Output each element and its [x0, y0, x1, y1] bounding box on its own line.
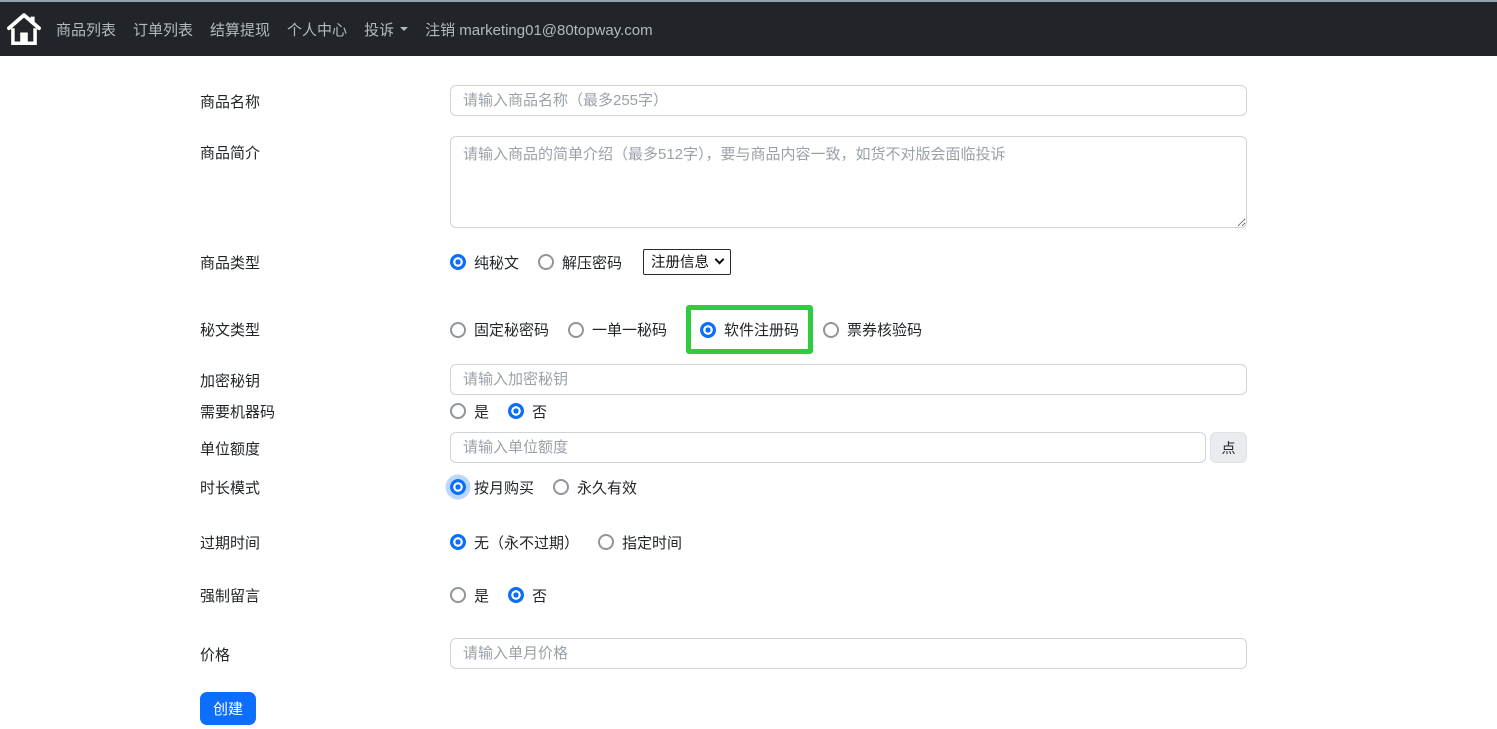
nav-item-settlement-withdraw[interactable]: 结算提现: [210, 19, 270, 40]
form-row-price: 价格: [200, 638, 1260, 669]
nav-item-logout[interactable]: 注销 marketing01@80topway.com: [425, 19, 653, 40]
radio-checked-icon[interactable]: [508, 403, 524, 419]
radio-option-permanent-valid[interactable]: 永久有效: [553, 477, 637, 498]
form-row-force-message: 强制留言 是 否: [200, 583, 1260, 607]
encrypt-key-input[interactable]: [450, 364, 1247, 395]
nav-item-personal-center[interactable]: 个人中心: [287, 19, 347, 40]
radio-label: 否: [532, 585, 547, 606]
form-row-product-type: 商品类型 纯秘文 解压密码 注册信息: [200, 250, 1260, 274]
radio-unchecked-icon[interactable]: [450, 403, 466, 419]
radio-unchecked-icon[interactable]: [568, 322, 584, 338]
form-row-unit-quota: 单位额度 点: [200, 432, 1260, 463]
radio-option-machine-no[interactable]: 否: [508, 401, 547, 422]
price-input[interactable]: [450, 638, 1247, 669]
radio-option-one-order-one-code[interactable]: 一单一秘码: [568, 319, 667, 340]
radio-option-unzip-password[interactable]: 解压密码: [538, 252, 622, 273]
radio-unchecked-icon[interactable]: [598, 534, 614, 550]
highlight-annotation-box: 软件注册码: [686, 305, 813, 354]
radio-option-ticket-verify-code[interactable]: 票券核验码: [823, 319, 922, 340]
price-label: 价格: [200, 638, 450, 669]
form-row-secret-type: 秘文类型 固定秘密码 一单一秘码 软件注册码 票券核验码: [200, 305, 1260, 354]
quota-unit-addon[interactable]: 点: [1210, 432, 1247, 463]
product-type-label: 商品类型: [200, 252, 450, 273]
nav-items: 商品列表 订单列表 结算提现 个人中心 投诉 注销 marketing01@80…: [56, 19, 653, 40]
radio-option-pure-secret[interactable]: 纯秘文: [450, 252, 519, 273]
radio-label: 纯秘文: [474, 252, 519, 273]
product-name-label: 商品名称: [200, 85, 450, 116]
radio-label: 软件注册码: [724, 319, 799, 340]
radio-label: 无（永不过期）: [474, 532, 579, 553]
select-value: 注册信息: [651, 251, 709, 272]
radio-option-machine-yes[interactable]: 是: [450, 401, 489, 422]
home-icon[interactable]: [2, 6, 46, 52]
nav-item-product-list[interactable]: 商品列表: [56, 19, 116, 40]
radio-checked-icon[interactable]: [508, 587, 524, 603]
radio-option-software-register-code[interactable]: 软件注册码: [700, 319, 799, 340]
register-info-select[interactable]: 注册信息: [643, 249, 731, 275]
select-caret-icon: [715, 255, 725, 265]
form-row-product-name: 商品名称: [200, 85, 1260, 116]
radio-option-never-expire[interactable]: 无（永不过期）: [450, 532, 579, 553]
create-button[interactable]: 创建: [200, 692, 256, 725]
radio-label: 一单一秘码: [592, 319, 667, 340]
radio-unchecked-icon[interactable]: [538, 254, 554, 270]
radio-label: 否: [532, 401, 547, 422]
force-message-label: 强制留言: [200, 585, 450, 606]
radio-checked-focused-icon[interactable]: [450, 479, 466, 495]
radio-option-monthly-purchase[interactable]: 按月购买: [450, 477, 534, 498]
nav-item-complaints-label: 投诉: [364, 19, 394, 40]
radio-option-specified-time[interactable]: 指定时间: [598, 532, 682, 553]
radio-checked-icon[interactable]: [700, 322, 716, 338]
chevron-down-icon: [400, 27, 408, 31]
top-navbar: 商品列表 订单列表 结算提现 个人中心 投诉 注销 marketing01@80…: [0, 2, 1497, 56]
nav-item-complaints-dropdown[interactable]: 投诉: [364, 19, 408, 40]
unit-quota-input[interactable]: [450, 432, 1206, 463]
product-intro-label: 商品简介: [200, 136, 450, 228]
product-intro-textarea[interactable]: [450, 136, 1247, 228]
radio-unchecked-icon[interactable]: [450, 322, 466, 338]
machine-code-label: 需要机器码: [200, 401, 450, 422]
radio-unchecked-icon[interactable]: [823, 322, 839, 338]
radio-checked-icon[interactable]: [450, 254, 466, 270]
radio-label: 是: [474, 585, 489, 606]
nav-item-order-list[interactable]: 订单列表: [133, 19, 193, 40]
radio-label: 是: [474, 401, 489, 422]
form-row-encrypt-key: 加密秘钥: [200, 364, 1260, 395]
radio-option-force-yes[interactable]: 是: [450, 585, 489, 606]
radio-label: 票券核验码: [847, 319, 922, 340]
radio-label: 固定秘密码: [474, 319, 549, 340]
form-row-duration-mode: 时长模式 按月购买 永久有效: [200, 475, 1260, 499]
product-name-input[interactable]: [450, 85, 1247, 116]
radio-checked-icon[interactable]: [450, 534, 466, 550]
radio-label: 指定时间: [622, 532, 682, 553]
form-row-expire-time: 过期时间 无（永不过期） 指定时间: [200, 530, 1260, 554]
radio-unchecked-icon[interactable]: [553, 479, 569, 495]
radio-label: 按月购买: [474, 477, 534, 498]
secret-type-label: 秘文类型: [200, 319, 450, 340]
expire-time-label: 过期时间: [200, 532, 450, 553]
radio-option-fixed-secret-code[interactable]: 固定秘密码: [450, 319, 549, 340]
duration-mode-label: 时长模式: [200, 477, 450, 498]
product-create-form: 商品名称 商品简介 商品类型 纯秘文 解压密码 注册信息: [0, 56, 1260, 729]
radio-option-force-no[interactable]: 否: [508, 585, 547, 606]
unit-quota-label: 单位额度: [200, 432, 450, 463]
radio-label: 解压密码: [562, 252, 622, 273]
form-row-machine-code: 需要机器码 是 否: [200, 399, 1260, 423]
encrypt-key-label: 加密秘钥: [200, 364, 450, 395]
radio-unchecked-icon[interactable]: [450, 587, 466, 603]
form-row-product-intro: 商品简介: [200, 136, 1260, 228]
radio-label: 永久有效: [577, 477, 637, 498]
